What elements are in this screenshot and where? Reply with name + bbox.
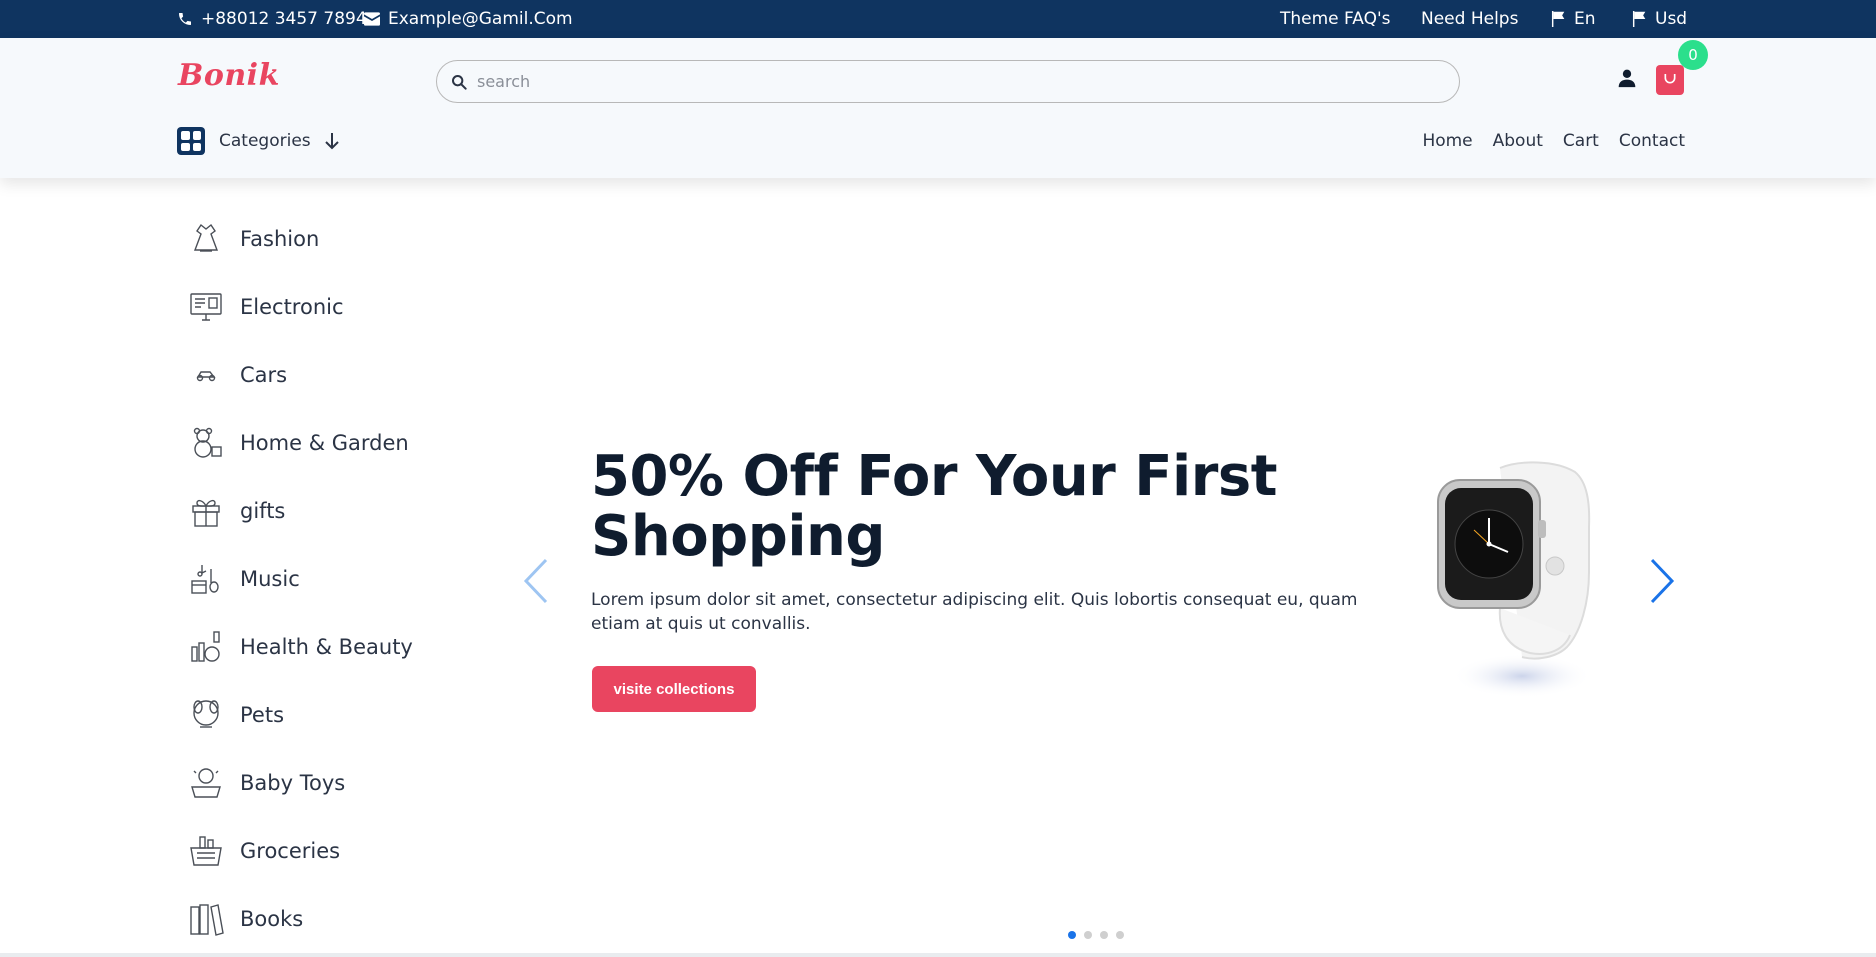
nav-cart[interactable]: Cart <box>1563 131 1599 151</box>
sidebar-item-health-beauty[interactable]: Health & Beauty <box>186 613 486 681</box>
sidebar-item-label: Baby Toys <box>240 771 346 795</box>
grid-icon <box>177 127 205 155</box>
visit-collections-button[interactable]: visite collections <box>592 666 756 712</box>
phone-contact[interactable]: +88012 3457 7894 <box>177 0 367 38</box>
sidebar-item-books[interactable]: Books <box>186 885 486 953</box>
sidebar-item-music[interactable]: Music <box>186 545 486 613</box>
hero-description: Lorem ipsum dolor sit amet, consectetur … <box>591 590 1358 634</box>
hero-title: 50% Off For Your First Shopping <box>591 444 1277 569</box>
currency-label: Usd <box>1655 9 1688 29</box>
theme-faq-label: Theme FAQ's <box>1280 9 1391 29</box>
sidebar-item-groceries[interactable]: Groceries <box>186 817 486 885</box>
search-icon <box>452 74 467 90</box>
sidebar-item-label: Home & Garden <box>240 431 409 455</box>
teddy-bear-icon <box>186 423 226 463</box>
flag-icon <box>1632 11 1646 27</box>
sidebar-item-label: Pets <box>240 703 285 727</box>
category-sidebar: Fashion Electronic Cars Home & Garden gi… <box>186 205 486 953</box>
categories-button[interactable]: Categories <box>177 126 339 156</box>
sidebar-item-electronic[interactable]: Electronic <box>186 273 486 341</box>
sidebar-item-baby-toys[interactable]: Baby Toys <box>186 749 486 817</box>
books-icon <box>186 899 226 939</box>
baby-icon <box>186 763 226 803</box>
carousel-next-icon[interactable] <box>1648 557 1678 605</box>
sidebar-item-label: Groceries <box>240 839 341 863</box>
sidebar-item-pets[interactable]: Pets <box>186 681 486 749</box>
dress-icon <box>186 219 226 259</box>
smartwatch-image <box>1437 461 1592 698</box>
section-divider <box>0 953 1876 957</box>
carousel-dot[interactable] <box>1116 931 1124 939</box>
nav-contact[interactable]: Contact <box>1619 131 1685 151</box>
carousel-dot[interactable] <box>1084 931 1092 939</box>
nav-home[interactable]: Home <box>1422 131 1472 151</box>
flag-icon <box>1551 11 1565 27</box>
site-logo[interactable]: Bonik <box>178 58 280 93</box>
sidebar-item-label: Books <box>240 907 304 931</box>
sidebar-item-label: Music <box>240 567 300 591</box>
language-label: En <box>1574 9 1596 29</box>
search-bar[interactable] <box>436 60 1460 103</box>
monitor-icon <box>186 287 226 327</box>
carousel-dot[interactable] <box>1100 931 1108 939</box>
gift-icon <box>186 491 226 531</box>
categories-label: Categories <box>219 131 311 151</box>
top-bar: +88012 3457 7894 Example@Gamil.Com Theme… <box>0 0 1876 38</box>
currency-selector[interactable]: Usd <box>1632 0 1687 38</box>
sidebar-item-gifts[interactable]: gifts <box>186 477 486 545</box>
phone-number: +88012 3457 7894 <box>201 9 367 29</box>
sidebar-item-cars[interactable]: Cars <box>186 341 486 409</box>
carousel-prev-icon[interactable] <box>520 557 550 605</box>
nav-about[interactable]: About <box>1493 131 1543 151</box>
sidebar-item-home-garden[interactable]: Home & Garden <box>186 409 486 477</box>
need-helps-link[interactable]: Need Helps <box>1421 0 1518 38</box>
envelope-icon <box>364 12 380 26</box>
email-address: Example@Gamil.Com <box>388 9 573 29</box>
need-helps-label: Need Helps <box>1421 9 1519 29</box>
sidebar-item-label: Electronic <box>240 295 344 319</box>
cart-count-badge: 0 <box>1678 40 1708 70</box>
basket-icon <box>186 831 226 871</box>
language-selector[interactable]: En <box>1551 0 1596 38</box>
sidebar-item-fashion[interactable]: Fashion <box>186 205 486 273</box>
main-nav: Home About Cart Contact <box>1422 126 1685 156</box>
user-icon[interactable] <box>1617 68 1637 88</box>
car-icon <box>186 355 226 395</box>
theme-faq-link[interactable]: Theme FAQ's <box>1280 0 1391 38</box>
cosmetics-icon <box>186 627 226 667</box>
email-contact[interactable]: Example@Gamil.Com <box>364 0 573 38</box>
main-header: Bonik 0 Categories Home About Cart Conta… <box>0 38 1876 178</box>
carousel-dot[interactable] <box>1068 931 1076 939</box>
music-icon <box>186 559 226 599</box>
shopping-bag-icon[interactable] <box>1656 65 1684 95</box>
pet-icon <box>186 695 226 735</box>
phone-icon <box>179 13 191 25</box>
carousel-dots <box>1068 931 1124 939</box>
search-input[interactable] <box>477 72 1377 91</box>
sidebar-item-label: Health & Beauty <box>240 635 413 659</box>
sidebar-item-label: gifts <box>240 499 286 523</box>
sidebar-item-label: Fashion <box>240 227 320 251</box>
sidebar-item-label: Cars <box>240 363 288 387</box>
arrow-down-icon <box>324 133 339 150</box>
